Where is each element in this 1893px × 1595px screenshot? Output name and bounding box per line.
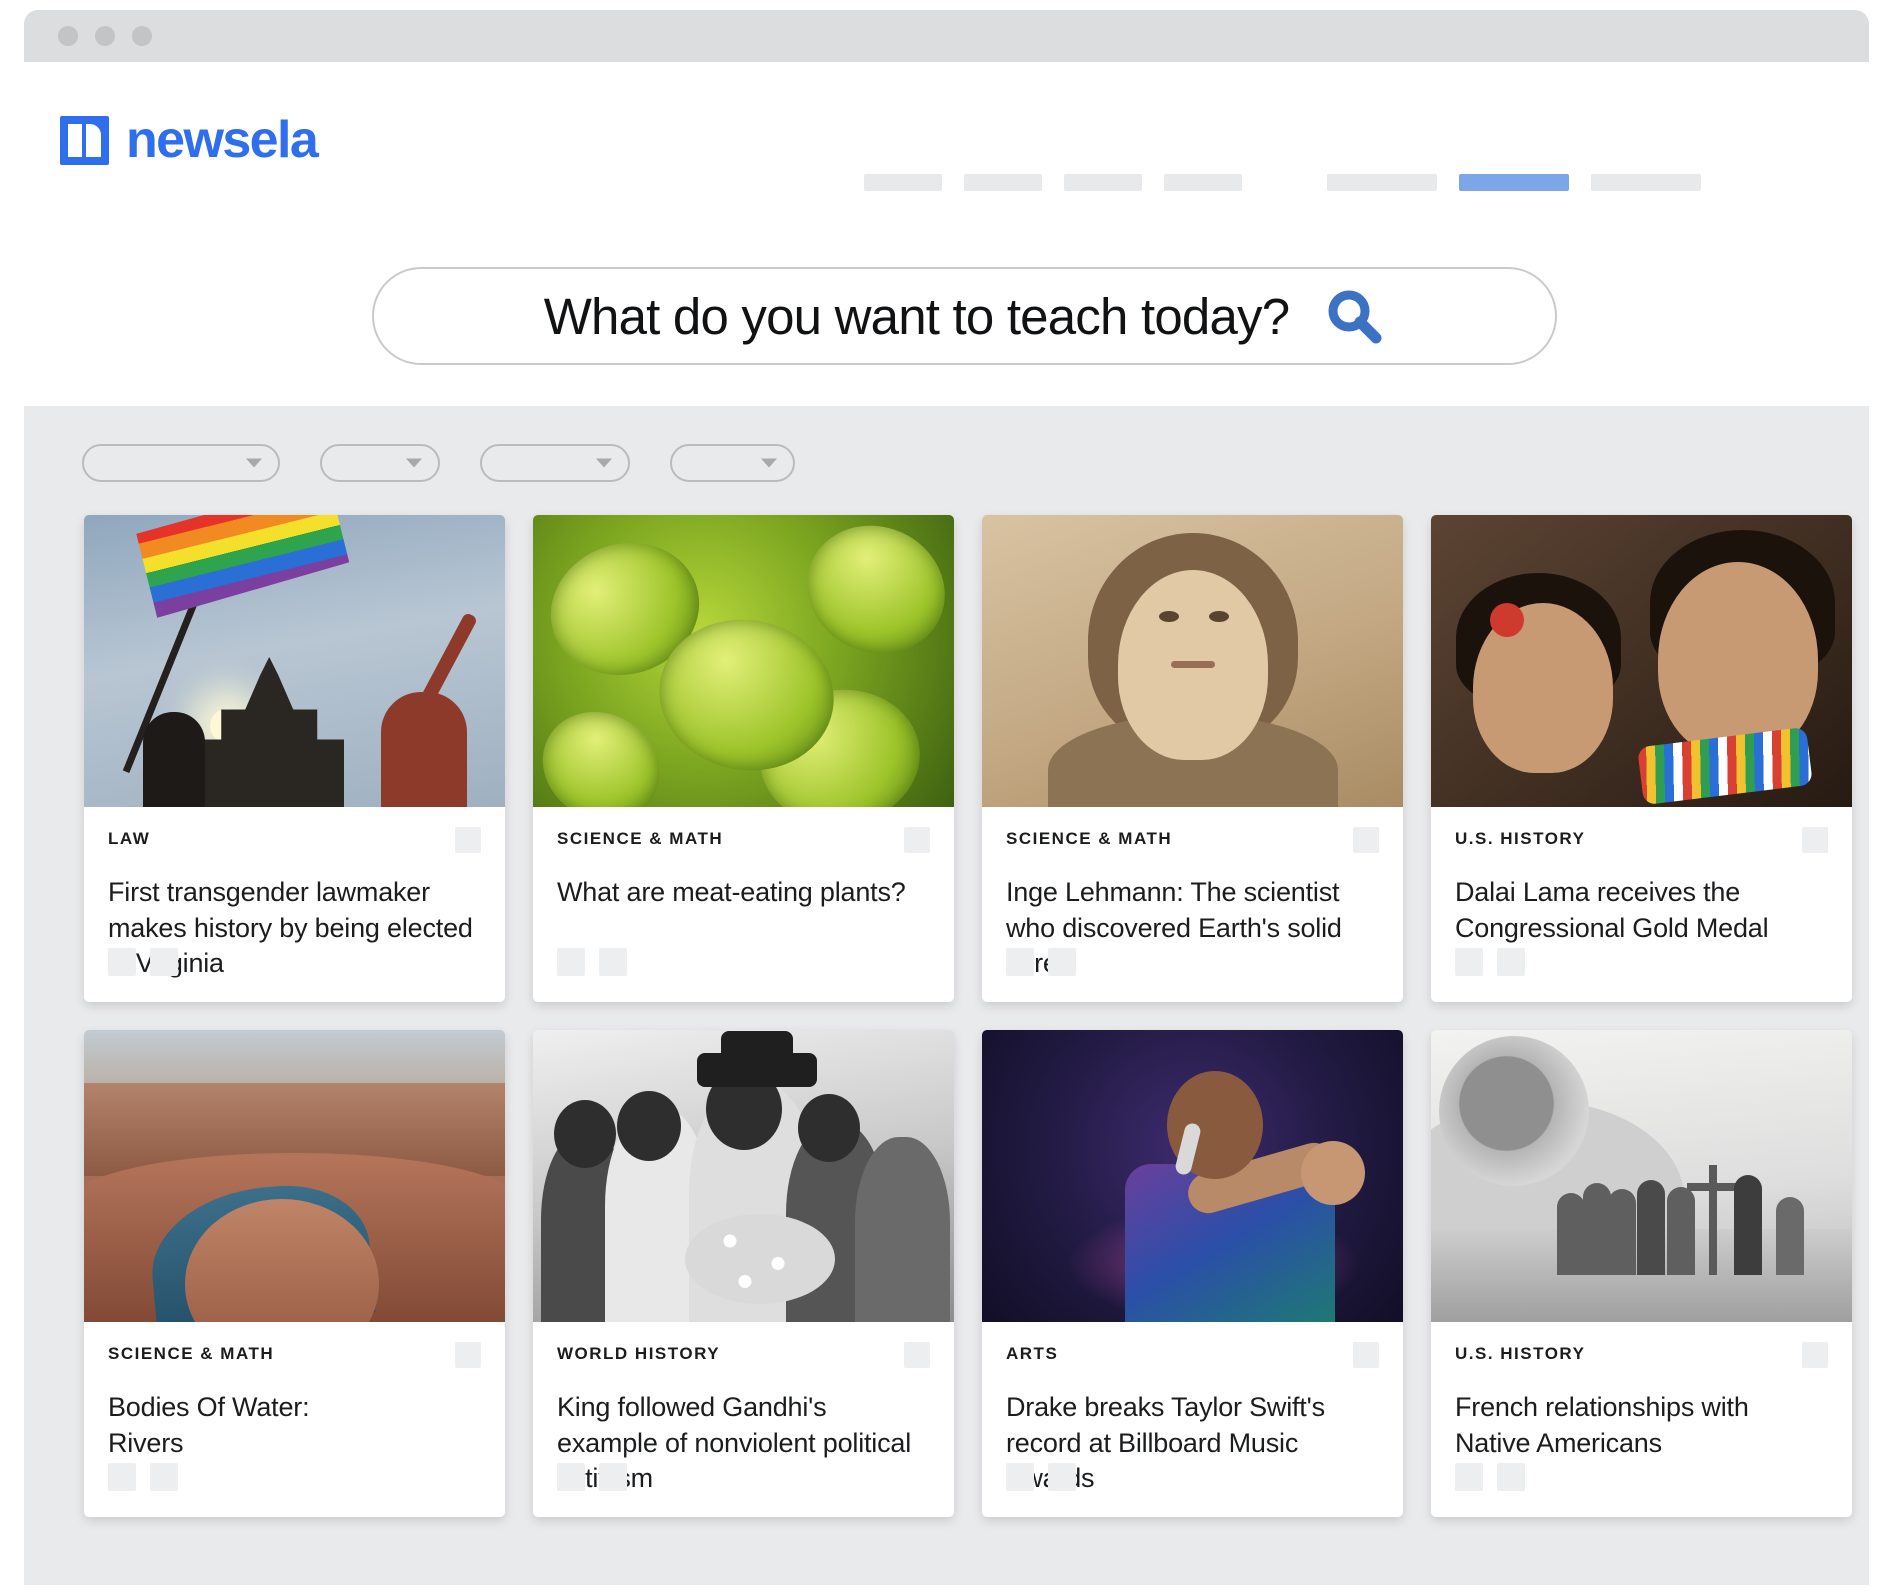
article-card-footer — [1006, 1463, 1076, 1491]
article-thumbnail — [84, 515, 505, 807]
article-card-footer — [108, 1463, 178, 1491]
main-navigation — [864, 174, 1701, 191]
search-icon[interactable] — [1323, 285, 1385, 347]
bookmark-badge[interactable] — [455, 827, 481, 853]
article-title: Dalai Lama receives the Congressional Go… — [1455, 877, 1769, 943]
article-card-footer — [557, 948, 627, 976]
bookmark-badge[interactable] — [1802, 827, 1828, 853]
footer-badge-icon[interactable] — [1006, 948, 1034, 976]
bookmark-badge[interactable] — [1802, 1342, 1828, 1368]
article-title: What are meat-eating plants? — [557, 877, 906, 907]
minimize-window-button[interactable] — [95, 26, 115, 46]
bookmark-badge[interactable] — [1353, 1342, 1379, 1368]
browser-window: newsela What do you want to teach today? — [24, 10, 1869, 1585]
article-category: SCIENCE & MATH — [557, 829, 724, 848]
footer-badge-icon[interactable] — [1497, 948, 1525, 976]
footer-badge-icon[interactable] — [108, 1463, 136, 1491]
article-card-body: SCIENCE & MATH Inge Lehmann: The scienti… — [982, 807, 1403, 1002]
chevron-down-icon — [406, 458, 422, 468]
article-card-body: WORLD HISTORY King followed Gandhi's exa… — [533, 1322, 954, 1517]
article-card-footer — [1006, 948, 1076, 976]
article-category: U.S. HISTORY — [1455, 829, 1586, 848]
article-card-footer — [1455, 948, 1525, 976]
bookmark-badge[interactable] — [455, 1342, 481, 1368]
article-card-footer — [1455, 1463, 1525, 1491]
article-card-body: U.S. HISTORY French relationships with N… — [1431, 1322, 1852, 1517]
site-header: newsela What do you want to teach today? — [24, 62, 1869, 432]
nav-item-2[interactable] — [964, 174, 1042, 191]
maximize-window-button[interactable] — [132, 26, 152, 46]
newsela-book-logo-icon — [60, 115, 109, 165]
footer-badge-icon[interactable] — [599, 948, 627, 976]
chevron-down-icon — [761, 458, 777, 468]
footer-badge-icon[interactable] — [1455, 948, 1483, 976]
article-title: Bodies Of Water: Rivers — [108, 1392, 310, 1458]
article-card[interactable]: SCIENCE & MATH What are meat-eating plan… — [533, 515, 954, 1002]
footer-badge-icon[interactable] — [557, 1463, 585, 1491]
brand-name: newsela — [126, 111, 319, 169]
article-card[interactable]: SCIENCE & MATH Bodies Of Water: Rivers — [84, 1030, 505, 1517]
footer-badge-icon[interactable] — [1006, 1463, 1034, 1491]
article-card[interactable]: ARTS Drake breaks Taylor Swift's record … — [982, 1030, 1403, 1517]
footer-badge-icon[interactable] — [150, 948, 178, 976]
window-titlebar — [24, 10, 1869, 62]
bookmark-badge[interactable] — [904, 827, 930, 853]
nav-item-4[interactable] — [1164, 174, 1242, 191]
article-thumbnail — [84, 1030, 505, 1322]
nav-item-7[interactable] — [1591, 174, 1701, 191]
article-thumbnail — [533, 1030, 954, 1322]
brand-logo[interactable]: newsela — [60, 111, 319, 169]
close-window-button[interactable] — [58, 26, 78, 46]
chevron-down-icon — [246, 458, 262, 468]
filter-dropdown-4[interactable] — [670, 444, 795, 482]
nav-item-5[interactable] — [1327, 174, 1437, 191]
article-title: French relationships with Native America… — [1455, 1392, 1749, 1458]
article-card[interactable]: SCIENCE & MATH Inge Lehmann: The scienti… — [982, 515, 1403, 1002]
article-card[interactable]: LAW First transgender lawmaker makes his… — [84, 515, 505, 1002]
filter-dropdown-1[interactable] — [82, 444, 280, 482]
footer-badge-icon[interactable] — [1048, 948, 1076, 976]
article-thumbnail — [533, 515, 954, 807]
bookmark-badge[interactable] — [904, 1342, 930, 1368]
article-category: LAW — [108, 829, 151, 848]
article-card-body: U.S. HISTORY Dalai Lama receives the Con… — [1431, 807, 1852, 1002]
chevron-down-icon — [596, 458, 612, 468]
article-card[interactable]: U.S. HISTORY French relationships with N… — [1431, 1030, 1852, 1517]
filter-bar — [82, 444, 795, 482]
article-card[interactable]: WORLD HISTORY King followed Gandhi's exa… — [533, 1030, 954, 1517]
nav-item-3[interactable] — [1064, 174, 1142, 191]
filter-dropdown-3[interactable] — [480, 444, 630, 482]
article-thumbnail — [1431, 515, 1852, 807]
footer-badge-icon[interactable] — [1455, 1463, 1483, 1491]
footer-badge-icon[interactable] — [557, 948, 585, 976]
footer-badge-icon[interactable] — [150, 1463, 178, 1491]
filter-dropdown-2[interactable] — [320, 444, 440, 482]
article-thumbnail — [982, 515, 1403, 807]
footer-badge-icon[interactable] — [599, 1463, 627, 1491]
article-thumbnail — [982, 1030, 1403, 1322]
article-category: ARTS — [1006, 1344, 1059, 1363]
article-card-body: LAW First transgender lawmaker makes his… — [84, 807, 505, 1002]
article-thumbnail — [1431, 1030, 1852, 1322]
bookmark-badge[interactable] — [1353, 827, 1379, 853]
nav-item-1[interactable] — [864, 174, 942, 191]
content-area: LAW First transgender lawmaker makes his… — [24, 406, 1869, 1585]
footer-badge-icon[interactable] — [108, 948, 136, 976]
nav-item-6-active[interactable] — [1459, 174, 1569, 191]
article-card-body: SCIENCE & MATH What are meat-eating plan… — [533, 807, 954, 1002]
article-card-footer — [557, 1463, 627, 1491]
footer-badge-icon[interactable] — [1048, 1463, 1076, 1491]
article-category: SCIENCE & MATH — [108, 1344, 275, 1363]
article-category: U.S. HISTORY — [1455, 1344, 1586, 1363]
article-card-footer — [108, 948, 178, 976]
search-bar[interactable]: What do you want to teach today? — [372, 267, 1557, 365]
article-card-body: SCIENCE & MATH Bodies Of Water: Rivers — [84, 1322, 505, 1517]
search-input[interactable]: What do you want to teach today? — [544, 287, 1290, 346]
article-category: SCIENCE & MATH — [1006, 829, 1173, 848]
article-card[interactable]: U.S. HISTORY Dalai Lama receives the Con… — [1431, 515, 1852, 1002]
footer-badge-icon[interactable] — [1497, 1463, 1525, 1491]
article-card-body: ARTS Drake breaks Taylor Swift's record … — [982, 1322, 1403, 1517]
article-category: WORLD HISTORY — [557, 1344, 721, 1363]
article-card-grid: LAW First transgender lawmaker makes his… — [84, 515, 1852, 1517]
